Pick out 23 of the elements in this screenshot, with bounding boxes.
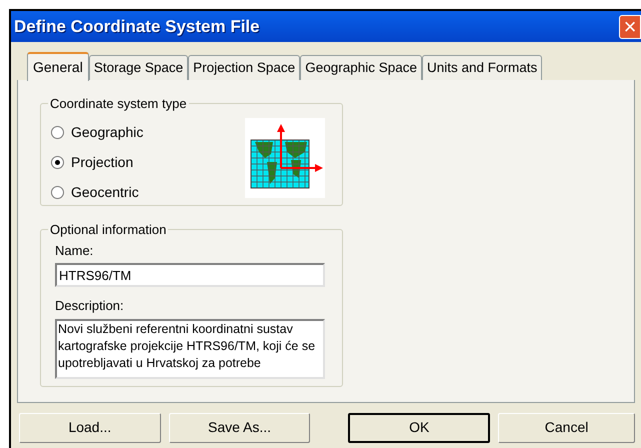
tab[interactable]: Projection Space — [188, 55, 300, 80]
tab[interactable]: General — [27, 52, 89, 81]
dialog-button[interactable]: Cancel — [498, 412, 635, 442]
window-title: Define Coordinate System File — [14, 16, 260, 38]
tab[interactable]: Units and Formats — [422, 55, 542, 80]
radio-label: Geocentric — [71, 182, 139, 202]
radio-button[interactable] — [51, 126, 64, 138]
group-title: Optional information — [49, 221, 168, 239]
dialog-button[interactable]: Save As... — [168, 412, 310, 442]
radio-label: Geographic — [71, 122, 144, 142]
name-field[interactable]: HTRS96/TM — [55, 263, 325, 287]
field-label: Name: — [55, 242, 94, 260]
description-field[interactable]: Novi službeni referentni koordinatni sustav kartografske projekcije HTRS96/TM, koji će se upotrebljavati u Hrvatskoj za potrebe — [55, 318, 325, 378]
radio-label: Projection — [71, 152, 134, 172]
dialog-button[interactable]: Load... — [19, 412, 161, 442]
field-label: Description: — [55, 297, 125, 315]
group-title: Coordinate system type — [49, 95, 188, 113]
close-button[interactable]: × — [619, 14, 641, 38]
tab[interactable]: Geographic Space — [300, 55, 422, 80]
radio-button[interactable] — [51, 156, 64, 168]
radio-button[interactable] — [51, 186, 64, 198]
tab[interactable]: Storage Space — [88, 55, 188, 80]
dialog-button[interactable]: OK — [348, 412, 490, 442]
